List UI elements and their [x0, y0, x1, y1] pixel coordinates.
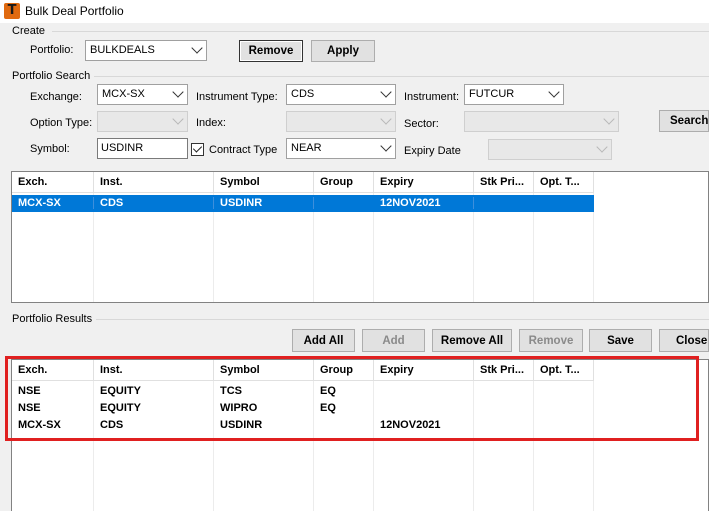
chevron-down-icon — [172, 86, 184, 98]
chevron-down-icon — [380, 113, 392, 125]
chevron-down-icon — [380, 140, 392, 152]
title-bar: T Bulk Deal Portfolio — [0, 0, 709, 23]
cell-exch: MCX-SX — [12, 197, 94, 209]
window-title: Bulk Deal Portfolio — [25, 4, 124, 18]
column-header-symbol[interactable]: Symbol — [214, 172, 314, 193]
chevron-down-icon — [603, 113, 615, 125]
table-row[interactable]: MCX-SX CDS USDINR 12NOV2021 — [12, 195, 594, 212]
option-type-dropdown[interactable] — [97, 111, 188, 132]
instrument-type-dropdown[interactable]: CDS — [286, 84, 396, 105]
column-header-group[interactable]: Group — [314, 172, 374, 193]
column-header-expiry[interactable]: Expiry — [374, 172, 474, 193]
checkmark-icon — [192, 143, 203, 153]
add-all-button[interactable]: Add All — [292, 329, 355, 352]
column-header-inst[interactable]: Inst. — [94, 172, 214, 193]
search-button[interactable]: Search — [659, 110, 709, 132]
expiry-date-label: Expiry Date — [404, 145, 461, 157]
portfolio-results-group-label: Portfolio Results — [12, 313, 93, 325]
portfolio-label: Portfolio: — [30, 44, 74, 56]
results-group-separator — [96, 319, 709, 320]
save-button[interactable]: Save — [589, 329, 652, 352]
column-header-option-type[interactable]: Opt. T... — [534, 172, 594, 193]
exchange-value: MCX-SX — [102, 88, 145, 100]
index-dropdown[interactable] — [286, 111, 396, 132]
exchange-dropdown[interactable]: MCX-SX — [97, 84, 188, 105]
portfolio-dropdown[interactable]: BULKDEALS — [85, 40, 207, 61]
sector-dropdown[interactable] — [464, 111, 619, 132]
cell-expiry: 12NOV2021 — [374, 197, 474, 209]
symbol-value: USDINR — [101, 142, 144, 154]
close-button[interactable]: Close — [659, 329, 709, 352]
column-header-exch[interactable]: Exch. — [12, 172, 94, 193]
chevron-down-icon — [172, 113, 184, 125]
symbol-label: Symbol: — [30, 143, 70, 155]
instrument-type-value: CDS — [291, 88, 315, 100]
column-header-strike-price[interactable]: Stk Pri... — [474, 172, 534, 193]
contract-type-label: Contract Type — [209, 144, 278, 156]
chevron-down-icon — [191, 42, 203, 54]
chevron-down-icon — [596, 141, 608, 153]
highlight-annotation-box — [5, 356, 699, 441]
index-label: Index: — [196, 117, 226, 129]
search-results-grid[interactable]: Exch. Inst. Symbol Group Expiry Stk Pri.… — [11, 171, 709, 303]
contract-type-dropdown[interactable]: NEAR — [286, 138, 396, 159]
remove-all-button[interactable]: Remove All — [432, 329, 512, 352]
exchange-label: Exchange: — [30, 91, 82, 103]
instrument-label: Instrument: — [404, 91, 460, 103]
cell-symbol: USDINR — [214, 197, 314, 209]
remove-button[interactable]: Remove — [519, 329, 583, 352]
expiry-date-dropdown[interactable] — [488, 139, 612, 160]
portfolio-search-group-label: Portfolio Search — [12, 70, 91, 82]
option-type-label: Option Type: — [30, 117, 93, 129]
symbol-input[interactable]: USDINR — [97, 138, 188, 159]
app-logo-icon: T — [4, 3, 20, 19]
add-button[interactable]: Add — [362, 329, 425, 352]
search-group-separator — [94, 76, 709, 77]
instrument-type-label: Instrument Type: — [196, 91, 278, 103]
contract-type-value: NEAR — [291, 142, 322, 154]
instrument-value: FUTCUR — [469, 88, 515, 100]
portfolio-value: BULKDEALS — [90, 44, 155, 56]
contract-type-checkbox[interactable] — [191, 143, 204, 156]
chevron-down-icon — [548, 86, 560, 98]
apply-button[interactable]: Apply — [311, 40, 375, 62]
sector-label: Sector: — [404, 118, 439, 130]
remove-portfolio-button[interactable]: Remove — [239, 40, 303, 62]
chevron-down-icon — [380, 86, 392, 98]
instrument-dropdown[interactable]: FUTCUR — [464, 84, 564, 105]
cell-inst: CDS — [94, 197, 214, 209]
create-group-separator — [52, 31, 709, 32]
create-group-label: Create — [12, 25, 46, 37]
